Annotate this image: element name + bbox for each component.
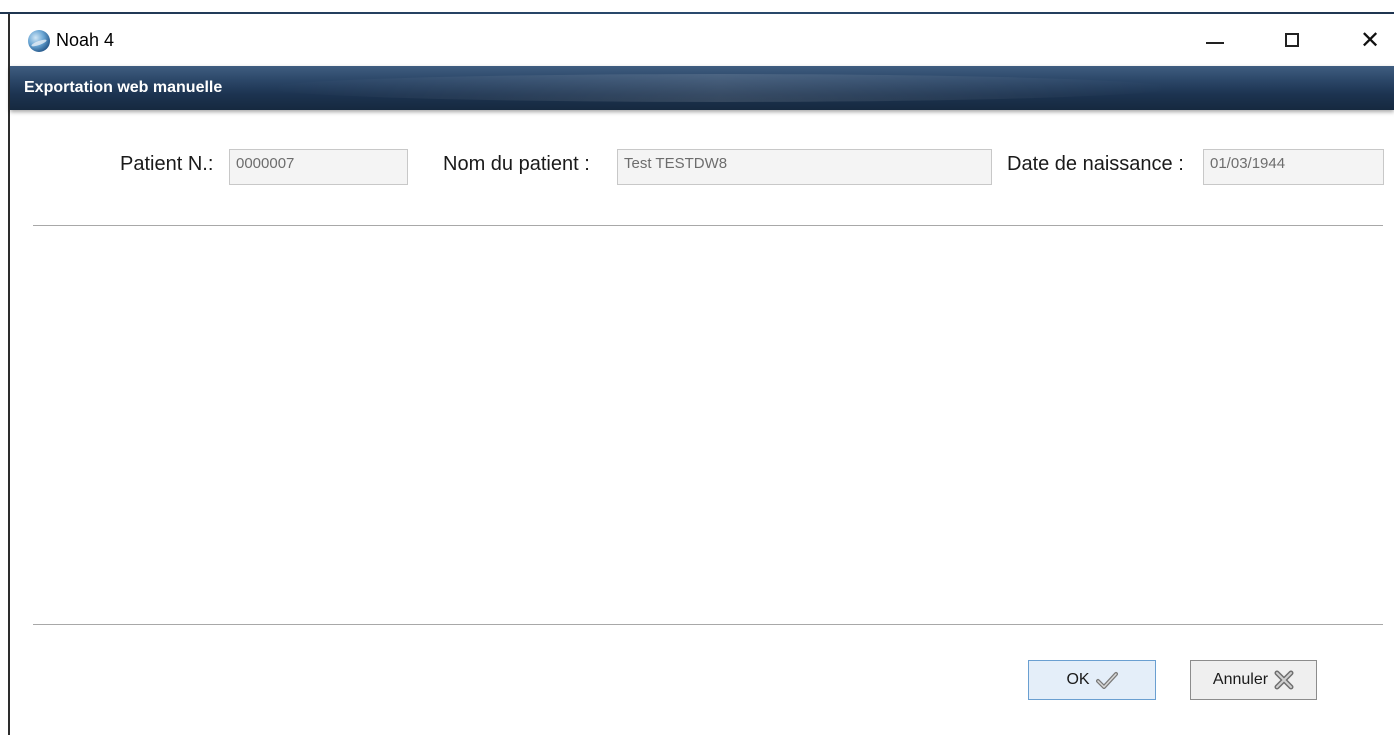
noah-app-icon xyxy=(28,30,50,52)
cancel-button[interactable]: Annuler xyxy=(1190,660,1317,700)
maximize-button[interactable] xyxy=(1272,24,1312,56)
bottom-separator xyxy=(33,624,1383,625)
window-top-edge xyxy=(0,0,1394,14)
close-icon: ✕ xyxy=(1359,26,1381,54)
patient-name-label: Nom du patient : xyxy=(443,153,590,175)
minimize-button[interactable] xyxy=(1195,24,1235,56)
patient-number-label: Patient N.: xyxy=(120,153,214,175)
window-titlebar[interactable]: Noah 4 ✕ xyxy=(10,14,1394,66)
top-separator xyxy=(33,225,1383,226)
dialog-header-bar: Exportation web manuelle xyxy=(10,66,1394,110)
close-button[interactable]: ✕ xyxy=(1350,24,1390,56)
patient-name-field[interactable]: Test TESTDW8 xyxy=(617,149,992,185)
ok-button[interactable]: OK xyxy=(1028,660,1156,700)
cancel-button-label: Annuler xyxy=(1212,671,1269,688)
minimize-icon xyxy=(1206,42,1224,44)
birth-date-field[interactable]: 01/03/1944 xyxy=(1203,149,1384,185)
maximize-icon xyxy=(1285,33,1299,47)
x-cross-icon xyxy=(1274,670,1294,690)
ok-button-label: OK xyxy=(1066,671,1090,688)
checkmark-icon xyxy=(1095,671,1118,689)
patient-number-field[interactable]: 0000007 xyxy=(229,149,408,185)
dialog-title: Exportation web manuelle xyxy=(24,79,223,96)
birth-date-label: Date de naissance : xyxy=(1007,153,1184,175)
left-frame-edge xyxy=(8,14,10,735)
window-title: Noah 4 xyxy=(56,30,115,50)
